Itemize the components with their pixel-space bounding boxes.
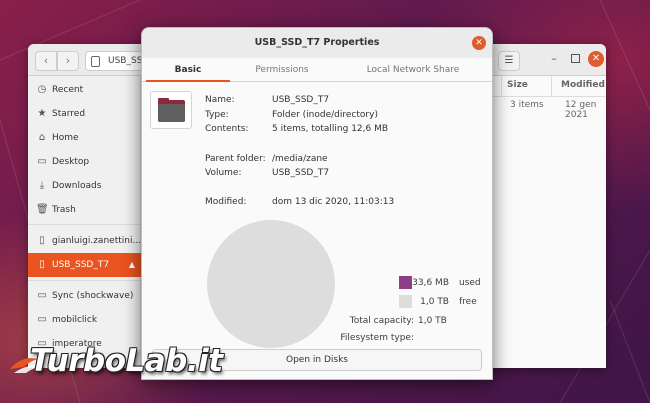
sidebar-item-trash[interactable]: 🗑 Trash: [28, 198, 141, 222]
chevron-left-icon: ‹: [43, 54, 49, 67]
filesystem-type-label: Filesystem type:: [340, 333, 414, 343]
clock-icon: ◷: [37, 84, 47, 95]
used-amount: 33,6 MB: [412, 278, 449, 288]
watermark-text: TurboLab.it: [30, 343, 223, 379]
sidebar-item-label: Home: [52, 133, 79, 143]
forward-button[interactable]: ›: [57, 51, 79, 71]
sidebar-item-usb-ssd-t7[interactable]: ▯ USB_SSD_T7 ▲: [28, 253, 141, 277]
folder-icon-front: [158, 104, 185, 122]
dialog-title: USB_SSD_T7 Properties: [142, 28, 492, 58]
type-value: Folder (inode/directory): [272, 110, 378, 120]
sidebar-item-recent[interactable]: ◷ Recent: [28, 78, 141, 102]
tab-local-network-share[interactable]: Local Network Share: [338, 58, 488, 82]
contents-label: Contents:: [205, 124, 249, 134]
minimize-icon: –: [551, 52, 557, 65]
sidebar-item-label: gianluigi.zanettini...: [52, 236, 141, 246]
properties-dialog: USB_SSD_T7 Properties ✕ Basic Permission…: [141, 27, 493, 380]
chevron-right-icon: ›: [65, 54, 71, 67]
places-sidebar: ◷ Recent ★ Starred ⌂ Home ▭ Desktop ⤓ Downloa…: [28, 76, 141, 368]
free-label: free: [459, 297, 477, 307]
free-color-swatch: [399, 295, 412, 308]
column-header-size[interactable]: Size: [507, 80, 528, 90]
sidebar-item-label: Desktop: [52, 157, 90, 167]
sidebar-item-sync[interactable]: ▭ Sync (shockwave): [28, 284, 141, 308]
parent-folder-label: Parent folder:: [205, 154, 266, 164]
disk-usage-pie: [207, 220, 335, 348]
tab-permissions[interactable]: Permissions: [234, 58, 330, 82]
total-capacity-value: 1,0 TB: [418, 316, 447, 326]
volume-value: USB_SSD_T7: [272, 168, 330, 178]
sidebar-item-label: Sync (shockwave): [52, 291, 134, 301]
used-color-swatch: [399, 276, 412, 289]
sidebar-item-label: Downloads: [52, 181, 102, 191]
maximize-button[interactable]: [571, 54, 580, 63]
folder-icon: ▭: [37, 290, 47, 301]
total-capacity-label: Total capacity:: [349, 316, 414, 326]
free-amount: 1,0 TB: [420, 297, 449, 307]
turbolab-watermark: TurboLab.it: [8, 343, 248, 383]
folder-icon-button[interactable]: [150, 91, 192, 129]
eject-icon[interactable]: ▲: [129, 253, 135, 277]
sidebar-item-network-drive[interactable]: ▯ gianluigi.zanettini...: [28, 229, 141, 253]
star-icon: ★: [37, 108, 47, 119]
minimize-button[interactable]: –: [548, 52, 560, 65]
desktop-folder-icon: ▭: [37, 156, 47, 167]
active-tab-indicator: [146, 80, 230, 82]
column-header-modified[interactable]: Modified: [561, 80, 605, 90]
sidebar-item-desktop[interactable]: ▭ Desktop: [28, 150, 141, 174]
basic-tab-content: Name: USB_SSD_T7 Type: Folder (inode/dir…: [142, 83, 492, 379]
row-modified-value: 12 gen 2021: [565, 100, 597, 120]
modified-value: dom 13 dic 2020, 11:03:13: [272, 197, 395, 207]
type-label: Type:: [205, 110, 229, 120]
contents-value: 5 items, totalling 12,6 MB: [272, 124, 389, 134]
used-label: used: [459, 278, 481, 288]
name-value: USB_SSD_T7: [272, 95, 330, 105]
sidebar-item-label: mobilclick: [52, 315, 98, 325]
tab-basic[interactable]: Basic: [146, 58, 230, 82]
row-size-value: 3 items: [510, 100, 544, 110]
hamburger-icon: ☰: [504, 55, 514, 66]
back-button[interactable]: ‹: [35, 51, 57, 71]
parent-folder-value: /media/zane: [272, 154, 328, 164]
column-divider: [551, 76, 552, 97]
menu-button[interactable]: ☰: [498, 51, 520, 71]
trash-icon: 🗑: [36, 204, 49, 215]
folder-icon: ▭: [37, 314, 47, 325]
sidebar-item-mobilclick[interactable]: ▭ mobilclick: [28, 308, 141, 332]
sidebar-item-label: Recent: [52, 85, 84, 95]
close-icon: ✕: [591, 53, 601, 64]
sidebar-item-label: Starred: [52, 109, 86, 119]
drive-icon: [91, 56, 100, 67]
column-divider: [501, 76, 502, 97]
volume-label: Volume:: [205, 168, 242, 178]
close-window-button[interactable]: ✕: [588, 51, 604, 67]
close-icon: ✕: [475, 38, 483, 48]
sidebar-item-downloads[interactable]: ⤓ Downloads: [28, 174, 141, 198]
sidebar-separator: [28, 224, 141, 225]
sidebar-item-starred[interactable]: ★ Starred: [28, 102, 141, 126]
modified-label: Modified:: [205, 197, 247, 207]
dialog-close-button[interactable]: ✕: [472, 36, 486, 50]
sidebar-item-label: USB_SSD_T7: [52, 260, 110, 270]
home-icon: ⌂: [38, 132, 46, 143]
sidebar-item-home[interactable]: ⌂ Home: [28, 126, 141, 150]
sidebar-item-label: Trash: [52, 205, 76, 215]
name-label: Name:: [205, 95, 235, 105]
drive-icon: ▯: [39, 235, 45, 246]
tab-bar: Basic Permissions Local Network Share: [142, 58, 492, 82]
download-icon: ⤓: [39, 180, 45, 191]
drive-icon: ▯: [39, 259, 45, 270]
sidebar-separator: [28, 280, 141, 281]
